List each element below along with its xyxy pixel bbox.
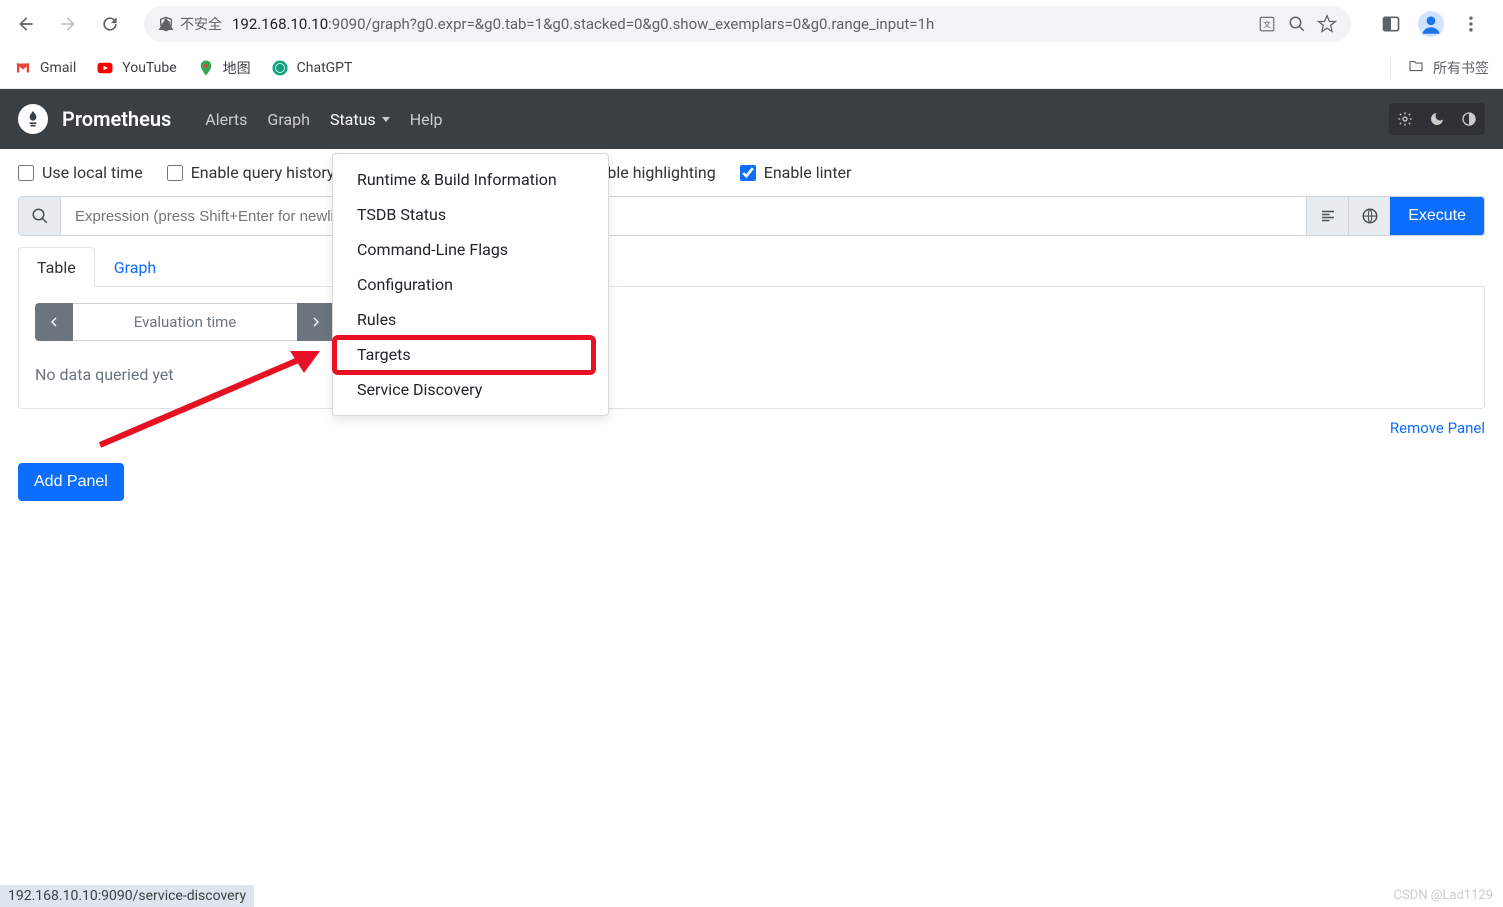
all-bookmarks[interactable]: 所有书签 bbox=[1390, 57, 1489, 79]
bookmark-gmail[interactable]: Gmail bbox=[14, 59, 76, 77]
bookmark-maps[interactable]: 地图 bbox=[197, 58, 251, 78]
time-nav: Evaluation time bbox=[35, 303, 335, 341]
nav-graph[interactable]: Graph bbox=[257, 102, 320, 137]
address-bar[interactable]: 不安全 192.168.10.10:9090/graph?g0.expr=&g0… bbox=[144, 6, 1351, 42]
forward-button[interactable] bbox=[50, 6, 86, 42]
browser-toolbar: 不安全 192.168.10.10:9090/graph?g0.expr=&g0… bbox=[0, 0, 1503, 47]
translate-icon[interactable]: 文 bbox=[1257, 14, 1277, 34]
option-query-history[interactable]: Enable query history bbox=[167, 163, 335, 182]
bookmark-chatgpt[interactable]: ChatGPT bbox=[271, 59, 353, 77]
menu-icon[interactable] bbox=[1457, 10, 1485, 38]
nav-alerts[interactable]: Alerts bbox=[195, 102, 257, 137]
bookmark-youtube[interactable]: YouTube bbox=[96, 59, 176, 77]
evaluation-time-label[interactable]: Evaluation time bbox=[73, 303, 297, 341]
star-icon[interactable] bbox=[1317, 14, 1337, 34]
nav-help[interactable]: Help bbox=[400, 102, 453, 137]
dropdown-rules[interactable]: Rules bbox=[333, 302, 608, 337]
execute-button[interactable]: Execute bbox=[1390, 197, 1484, 235]
security-indicator[interactable]: 不安全 bbox=[158, 14, 222, 34]
moon-icon[interactable] bbox=[1421, 103, 1453, 135]
options-row: Use local time Enable query history Enab… bbox=[0, 149, 1503, 196]
globe-button[interactable] bbox=[1348, 197, 1390, 235]
brand[interactable]: Prometheus bbox=[18, 104, 171, 134]
expression-bar: Execute bbox=[18, 196, 1485, 236]
dropdown-targets[interactable]: Targets bbox=[333, 337, 608, 372]
folder-icon bbox=[1407, 57, 1425, 79]
status-bar: 192.168.10.10:9090/service-discovery bbox=[0, 885, 254, 907]
watermark: CSDN @Lad1129 bbox=[1393, 888, 1493, 903]
remove-panel-link[interactable]: Remove Panel bbox=[1390, 419, 1485, 437]
brand-text: Prometheus bbox=[62, 107, 171, 131]
format-button[interactable] bbox=[1306, 197, 1348, 235]
zoom-icon[interactable] bbox=[1287, 14, 1307, 34]
add-panel-button[interactable]: Add Panel bbox=[18, 463, 124, 501]
maps-icon bbox=[197, 59, 215, 77]
prometheus-navbar: Prometheus Alerts Graph Status Help bbox=[0, 89, 1503, 149]
svg-text:文: 文 bbox=[1263, 19, 1271, 29]
profile-icon[interactable] bbox=[1417, 10, 1445, 38]
dropdown-tsdb[interactable]: TSDB Status bbox=[333, 197, 608, 232]
expression-input[interactable] bbox=[61, 197, 1306, 235]
time-prev-button[interactable] bbox=[35, 303, 73, 341]
no-data-text: No data queried yet bbox=[35, 357, 1468, 392]
tabs-wrap: Table Graph Evaluation time No data quer… bbox=[0, 246, 1503, 409]
status-dropdown: Runtime & Build Information TSDB Status … bbox=[332, 153, 609, 416]
dropdown-cmdline[interactable]: Command-Line Flags bbox=[333, 232, 608, 267]
dropdown-sd[interactable]: Service Discovery bbox=[333, 372, 608, 407]
dropdown-runtime[interactable]: Runtime & Build Information bbox=[333, 162, 608, 197]
contrast-icon[interactable] bbox=[1453, 103, 1485, 135]
bookmarks-bar: Gmail YouTube 地图 ChatGPT 所有书签 bbox=[0, 47, 1503, 89]
dropdown-config[interactable]: Configuration bbox=[333, 267, 608, 302]
url-text: 192.168.10.10:9090/graph?g0.expr=&g0.tab… bbox=[232, 15, 1247, 33]
nav-status[interactable]: Status bbox=[320, 102, 400, 137]
panel-body: Evaluation time No data queried yet bbox=[18, 287, 1485, 409]
back-button[interactable] bbox=[8, 6, 44, 42]
nav-right-tools bbox=[1389, 103, 1485, 135]
option-local-time[interactable]: Use local time bbox=[18, 163, 143, 182]
search-icon bbox=[19, 197, 61, 235]
gear-icon[interactable] bbox=[1389, 103, 1421, 135]
tab-graph[interactable]: Graph bbox=[95, 247, 176, 287]
option-linter[interactable]: Enable linter bbox=[740, 163, 852, 182]
chatgpt-icon bbox=[271, 59, 289, 77]
reload-button[interactable] bbox=[92, 6, 128, 42]
tab-table[interactable]: Table bbox=[18, 247, 95, 287]
expression-wrap: Execute bbox=[0, 196, 1503, 246]
youtube-icon bbox=[96, 59, 114, 77]
remove-panel-wrap: Remove Panel bbox=[0, 409, 1503, 447]
time-next-button[interactable] bbox=[297, 303, 335, 341]
chevron-down-icon bbox=[382, 117, 390, 122]
security-label: 不安全 bbox=[180, 14, 222, 34]
prometheus-logo-icon bbox=[18, 104, 48, 134]
chrome-right bbox=[1367, 10, 1495, 38]
tabs: Table Graph bbox=[18, 246, 1485, 287]
side-panel-icon[interactable] bbox=[1377, 10, 1405, 38]
gmail-icon bbox=[14, 59, 32, 77]
